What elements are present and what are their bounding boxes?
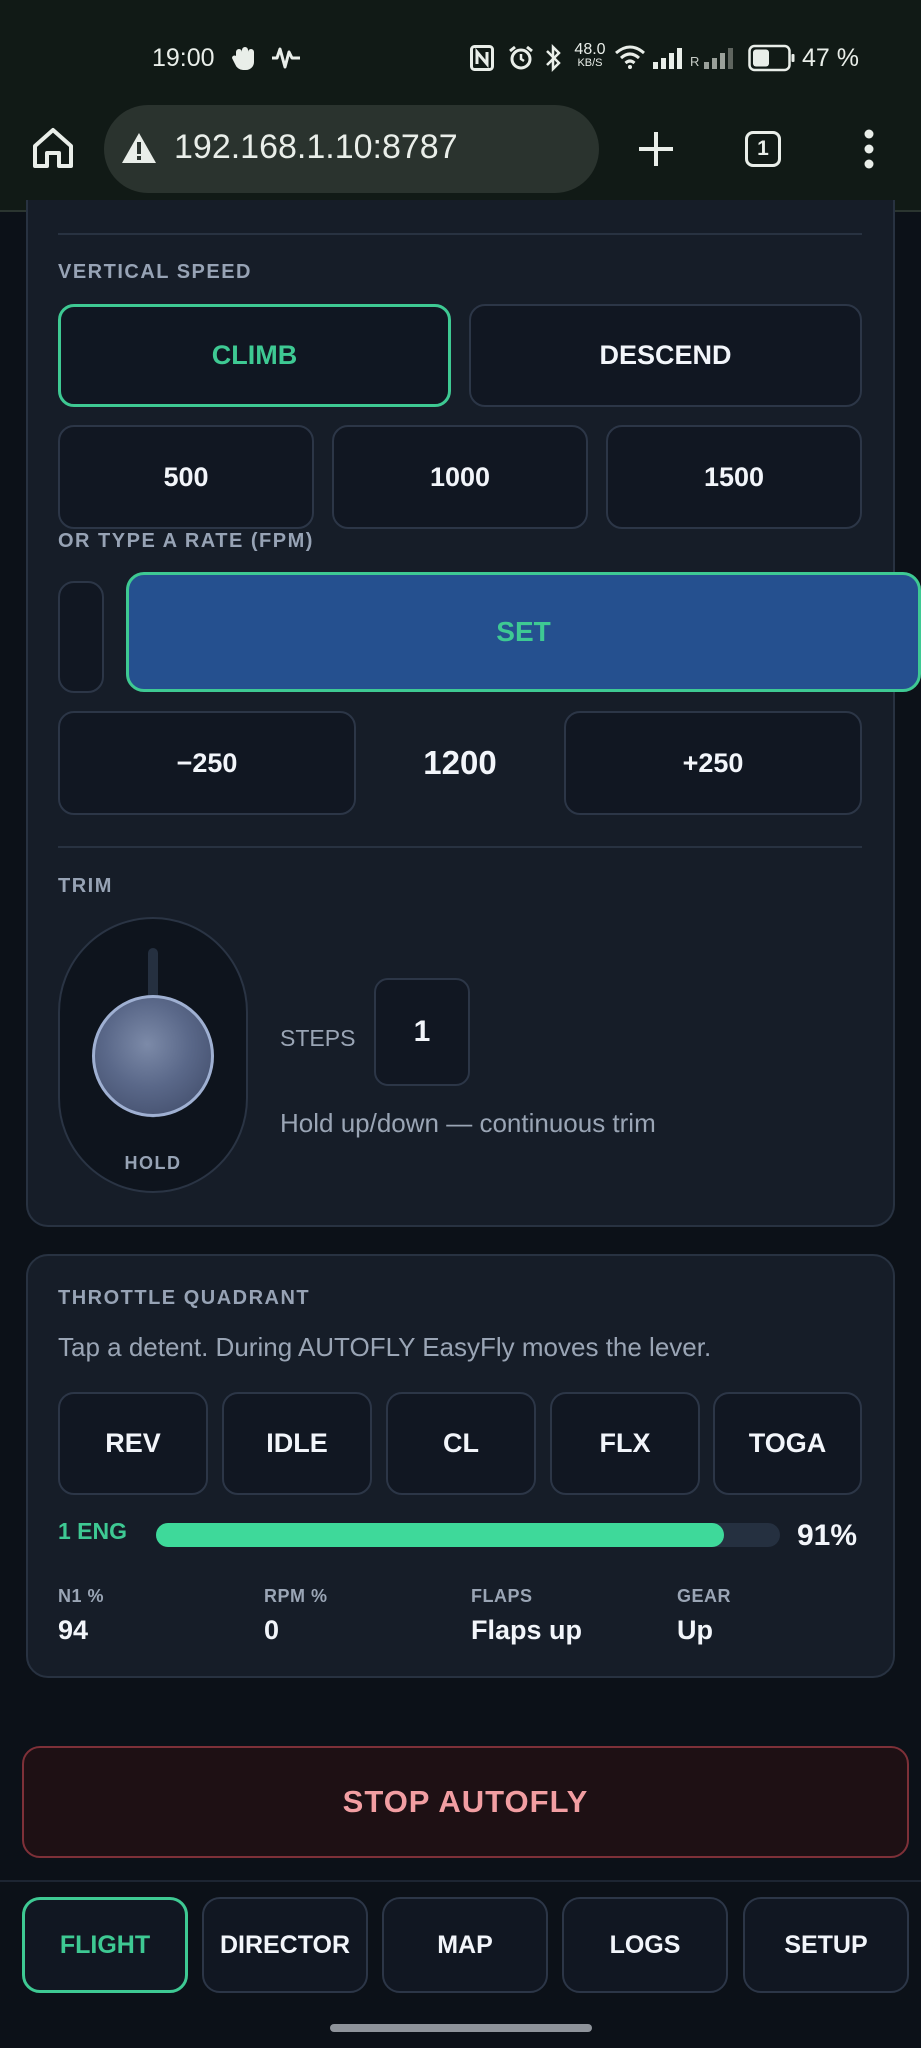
network-speed-unit: KB/S — [577, 57, 603, 69]
trim-hint: Hold up/down — continuous trim — [280, 1108, 656, 1138]
wifi-icon — [615, 45, 645, 69]
url-text[interactable]: 192.168.1.10:8787 — [174, 128, 458, 167]
gesture-home-indicator[interactable] — [330, 2024, 592, 2032]
more-menu-icon[interactable] — [857, 128, 881, 170]
detent-cl-button[interactable]: CL — [386, 1392, 536, 1495]
new-tab-icon[interactable] — [636, 129, 676, 169]
trim-label: TRIM — [58, 875, 113, 897]
stat-label-gear: GEAR — [677, 1586, 732, 1606]
stat-value-n1: 94 — [58, 1615, 89, 1645]
nav-flight[interactable]: FLIGHT — [22, 1897, 188, 1993]
bluetooth-icon — [546, 43, 561, 73]
section-divider — [58, 233, 862, 235]
preset-1000-button[interactable]: 1000 — [332, 425, 588, 529]
roaming-indicator: R — [690, 54, 700, 69]
stat-value-flaps: Flaps up — [471, 1615, 583, 1645]
battery-percent: 47 % — [802, 44, 859, 72]
stat-label-n1: N1 % — [58, 1586, 105, 1606]
throttle-level-bar — [156, 1523, 780, 1547]
nfc-icon — [470, 45, 494, 71]
engine-label: 1 ENG — [58, 1518, 128, 1544]
section-divider — [58, 846, 862, 848]
nav-logs[interactable]: LOGS — [562, 1897, 728, 1993]
detent-idle-button[interactable]: IDLE — [222, 1392, 372, 1495]
home-icon[interactable] — [30, 125, 76, 171]
throttle-level-fill — [156, 1523, 724, 1547]
network-speed: 48.0 KB/S — [570, 42, 610, 69]
detent-flx-button[interactable]: FLX — [550, 1392, 700, 1495]
current-rate-value: 1200 — [423, 744, 497, 781]
trim-knob[interactable] — [92, 995, 214, 1117]
throttle-quadrant-label: THROTTLE QUADRANT — [58, 1287, 311, 1309]
decrease-250-button[interactable]: −250 — [58, 711, 356, 815]
increase-250-button[interactable]: +250 — [564, 711, 862, 815]
detent-toga-button[interactable]: TOGA — [713, 1392, 862, 1495]
alarm-icon — [509, 45, 533, 70]
cell-signal-icon — [653, 48, 682, 69]
network-speed-value: 48.0 — [574, 41, 606, 58]
throttle-hint: Tap a detent. During AUTOFLY EasyFly mov… — [58, 1332, 712, 1362]
trim-steps-input[interactable]: 1 — [374, 978, 470, 1086]
stop-autofly-button[interactable]: STOP AUTOFLY — [22, 1746, 909, 1858]
rate-input[interactable] — [58, 581, 104, 693]
stat-label-flaps: FLAPS — [471, 1586, 533, 1606]
nav-setup[interactable]: SETUP — [743, 1897, 909, 1993]
preset-500-button[interactable]: 500 — [58, 425, 314, 529]
throttle-percent: 91% — [797, 1519, 858, 1552]
nav-map[interactable]: MAP — [382, 1897, 548, 1993]
set-rate-button[interactable]: SET — [126, 572, 921, 692]
climb-button[interactable]: CLIMB — [58, 304, 451, 407]
detent-rev-button[interactable]: REV — [58, 1392, 208, 1495]
tab-switcher-button[interactable]: 1 — [745, 131, 781, 167]
stat-label-rpm: RPM % — [264, 1586, 328, 1606]
nav-director[interactable]: DIRECTOR — [202, 1897, 368, 1993]
signal-wave-icon — [272, 47, 300, 69]
cell-signal-2-icon — [704, 48, 733, 69]
stat-value-rpm: 0 — [264, 1615, 280, 1645]
battery-icon — [748, 44, 795, 72]
rate-input-label: OR TYPE A RATE (FPM) — [58, 530, 314, 552]
vertical-speed-label: VERTICAL SPEED — [58, 261, 252, 283]
hand-notification-icon — [232, 47, 254, 70]
status-time: 19:00 — [152, 44, 215, 72]
preset-1500-button[interactable]: 1500 — [606, 425, 862, 529]
descend-button[interactable]: DESCEND — [469, 304, 862, 407]
stat-value-gear: Up — [677, 1615, 713, 1645]
trim-hold-label: HOLD — [124, 1153, 182, 1173]
warning-icon[interactable] — [120, 131, 158, 165]
trim-steps-label: STEPS — [280, 1025, 356, 1051]
